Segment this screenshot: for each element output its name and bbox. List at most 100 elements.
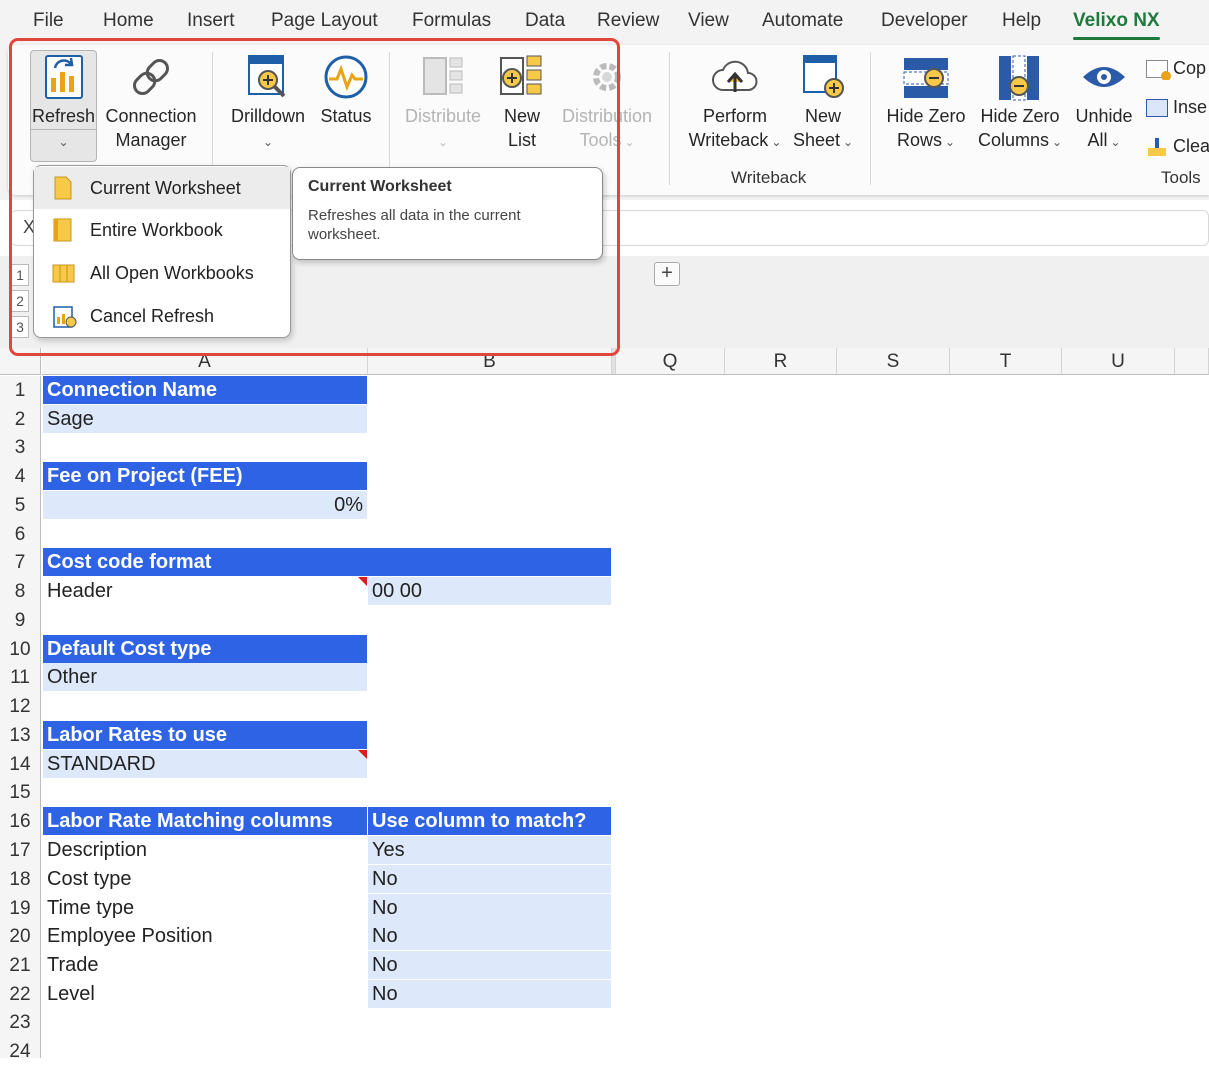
chevron-down-icon: ⌄ xyxy=(771,135,782,149)
tab-data[interactable]: Data xyxy=(525,10,565,32)
cell-b20[interactable]: No xyxy=(368,922,611,950)
tab-formulas[interactable]: Formulas xyxy=(412,10,491,32)
broom-icon xyxy=(1146,138,1168,157)
cell-a18[interactable]: Cost type xyxy=(43,865,367,893)
insert-button[interactable]: Inse xyxy=(1146,95,1209,119)
row-header[interactable]: 17 xyxy=(0,836,41,865)
cell-b22[interactable]: No xyxy=(368,980,611,1008)
cell-a20[interactable]: Employee Position xyxy=(43,922,367,950)
row-header[interactable]: 11 xyxy=(0,663,41,692)
cell-a19[interactable]: Time type xyxy=(43,894,367,922)
row-header[interactable]: 18 xyxy=(0,865,41,894)
hide-zero-rows-button[interactable]: Hide Zero Rows ⌄ xyxy=(881,52,971,154)
cell-a14[interactable]: STANDARD xyxy=(43,750,367,778)
row-header[interactable]: 15 xyxy=(0,778,41,807)
row-header[interactable]: 16 xyxy=(0,807,41,836)
comment-indicator[interactable] xyxy=(358,577,367,586)
copy-label: Cop xyxy=(1173,58,1207,78)
column-header-u[interactable]: U xyxy=(1062,348,1175,375)
cell-a17[interactable]: Description xyxy=(43,836,367,864)
cell-a10[interactable]: Default Cost type xyxy=(43,635,367,663)
unhide-all-label-1: Unhide xyxy=(1075,106,1133,126)
tab-velixo-nx[interactable]: Velixo NX xyxy=(1073,10,1160,40)
perform-writeback-button[interactable]: Perform Writeback ⌄ xyxy=(680,52,790,154)
row-header[interactable]: 24 xyxy=(0,1037,41,1062)
tab-review[interactable]: Review xyxy=(597,10,659,32)
row-header[interactable]: 14 xyxy=(0,750,41,779)
column-header-s[interactable]: S xyxy=(837,348,950,375)
cell-b21[interactable]: No xyxy=(368,951,611,979)
row-header[interactable]: 3 xyxy=(0,433,41,462)
new-sheet-button[interactable]: New Sheet ⌄ xyxy=(788,52,858,154)
cell-b16[interactable]: Use column to match? xyxy=(368,807,611,835)
cell-b8[interactable]: 00 00 xyxy=(368,577,611,605)
new-sheet-icon xyxy=(803,55,844,98)
group-label-writeback: Writeback xyxy=(731,168,807,187)
tab-insert[interactable]: Insert xyxy=(187,10,235,32)
cell-a16[interactable]: Labor Rate Matching columns xyxy=(43,807,367,835)
row-header[interactable]: 2 xyxy=(0,405,41,434)
row-header[interactable]: 13 xyxy=(0,721,41,750)
row-header[interactable]: 21 xyxy=(0,951,41,980)
new-sheet-label-2: Sheet xyxy=(792,130,840,150)
tab-page-layout[interactable]: Page Layout xyxy=(271,10,378,32)
column-header-next[interactable] xyxy=(1175,348,1209,375)
chevron-down-icon: ⌄ xyxy=(1051,135,1063,149)
row-header[interactable]: 6 xyxy=(0,520,41,549)
add-sheet-button[interactable]: + xyxy=(654,262,680,286)
cell-a4[interactable]: Fee on Project (FEE) xyxy=(43,462,367,490)
row-header[interactable]: 20 xyxy=(0,922,41,951)
tab-help[interactable]: Help xyxy=(1002,10,1041,32)
perform-writeback-label-1: Perform xyxy=(702,106,767,126)
cell-b17[interactable]: Yes xyxy=(368,836,611,864)
cell-a5[interactable]: 0% xyxy=(43,491,367,519)
group-label-tools: Tools xyxy=(1161,168,1201,187)
cell-a22[interactable]: Level xyxy=(43,980,367,1008)
cell-a1[interactable]: Connection Name xyxy=(43,376,367,404)
unhide-all-button[interactable]: Unhide All ⌄ xyxy=(1070,52,1138,154)
hide-zero-rows-label-1: Hide Zero xyxy=(886,106,966,126)
clear-label: Clea xyxy=(1173,136,1209,156)
row-header[interactable]: 1 xyxy=(0,376,41,405)
cell-a21[interactable]: Trade xyxy=(43,951,367,979)
tab-automate[interactable]: Automate xyxy=(762,10,843,32)
row-header[interactable]: 10 xyxy=(0,635,41,664)
row-header[interactable]: 8 xyxy=(0,577,41,606)
row-header[interactable]: 9 xyxy=(0,606,41,635)
row-header[interactable]: 4 xyxy=(0,462,41,491)
row-header[interactable]: 22 xyxy=(0,980,41,1009)
column-header-q[interactable]: Q xyxy=(616,348,725,375)
tab-home[interactable]: Home xyxy=(103,10,154,32)
comment-indicator[interactable] xyxy=(358,750,367,759)
row-header[interactable]: 12 xyxy=(0,692,41,721)
cell-a11[interactable]: Other xyxy=(43,663,367,691)
row-header[interactable]: 7 xyxy=(0,548,41,577)
eye-icon xyxy=(1083,67,1125,87)
perform-writeback-label-2: Writeback xyxy=(688,130,769,150)
ribbon-separator xyxy=(870,52,871,185)
hide-zero-columns-button[interactable]: Hide Zero Columns ⌄ xyxy=(972,52,1068,154)
row-header[interactable]: 23 xyxy=(0,1008,41,1037)
ribbon-separator xyxy=(669,52,670,185)
tab-developer[interactable]: Developer xyxy=(881,10,968,32)
cell-b19[interactable]: No xyxy=(368,894,611,922)
column-header-r[interactable]: R xyxy=(725,348,837,375)
cell-b18[interactable]: No xyxy=(368,865,611,893)
cell-a2[interactable]: Sage xyxy=(43,405,367,433)
tab-file[interactable]: File xyxy=(33,10,64,32)
insert-label: Inse xyxy=(1173,97,1208,117)
highlight-annotation xyxy=(9,38,620,356)
cell-a8[interactable]: Header xyxy=(43,577,367,605)
column-header-t[interactable]: T xyxy=(950,348,1062,375)
chevron-down-icon: ⌄ xyxy=(944,135,956,149)
cell-a13[interactable]: Labor Rates to use xyxy=(43,721,367,749)
copy-button[interactable]: Cop xyxy=(1146,56,1209,80)
cell-a7[interactable]: Cost code format xyxy=(43,548,611,576)
clear-button[interactable]: Clea xyxy=(1146,134,1209,158)
tab-view[interactable]: View xyxy=(688,10,729,32)
menu-bar: File Home Insert Page Layout Formulas Da… xyxy=(0,0,1209,42)
insert-icon xyxy=(1146,99,1168,118)
row-header[interactable]: 5 xyxy=(0,491,41,520)
row-header[interactable]: 19 xyxy=(0,894,41,923)
copy-icon xyxy=(1146,60,1171,80)
